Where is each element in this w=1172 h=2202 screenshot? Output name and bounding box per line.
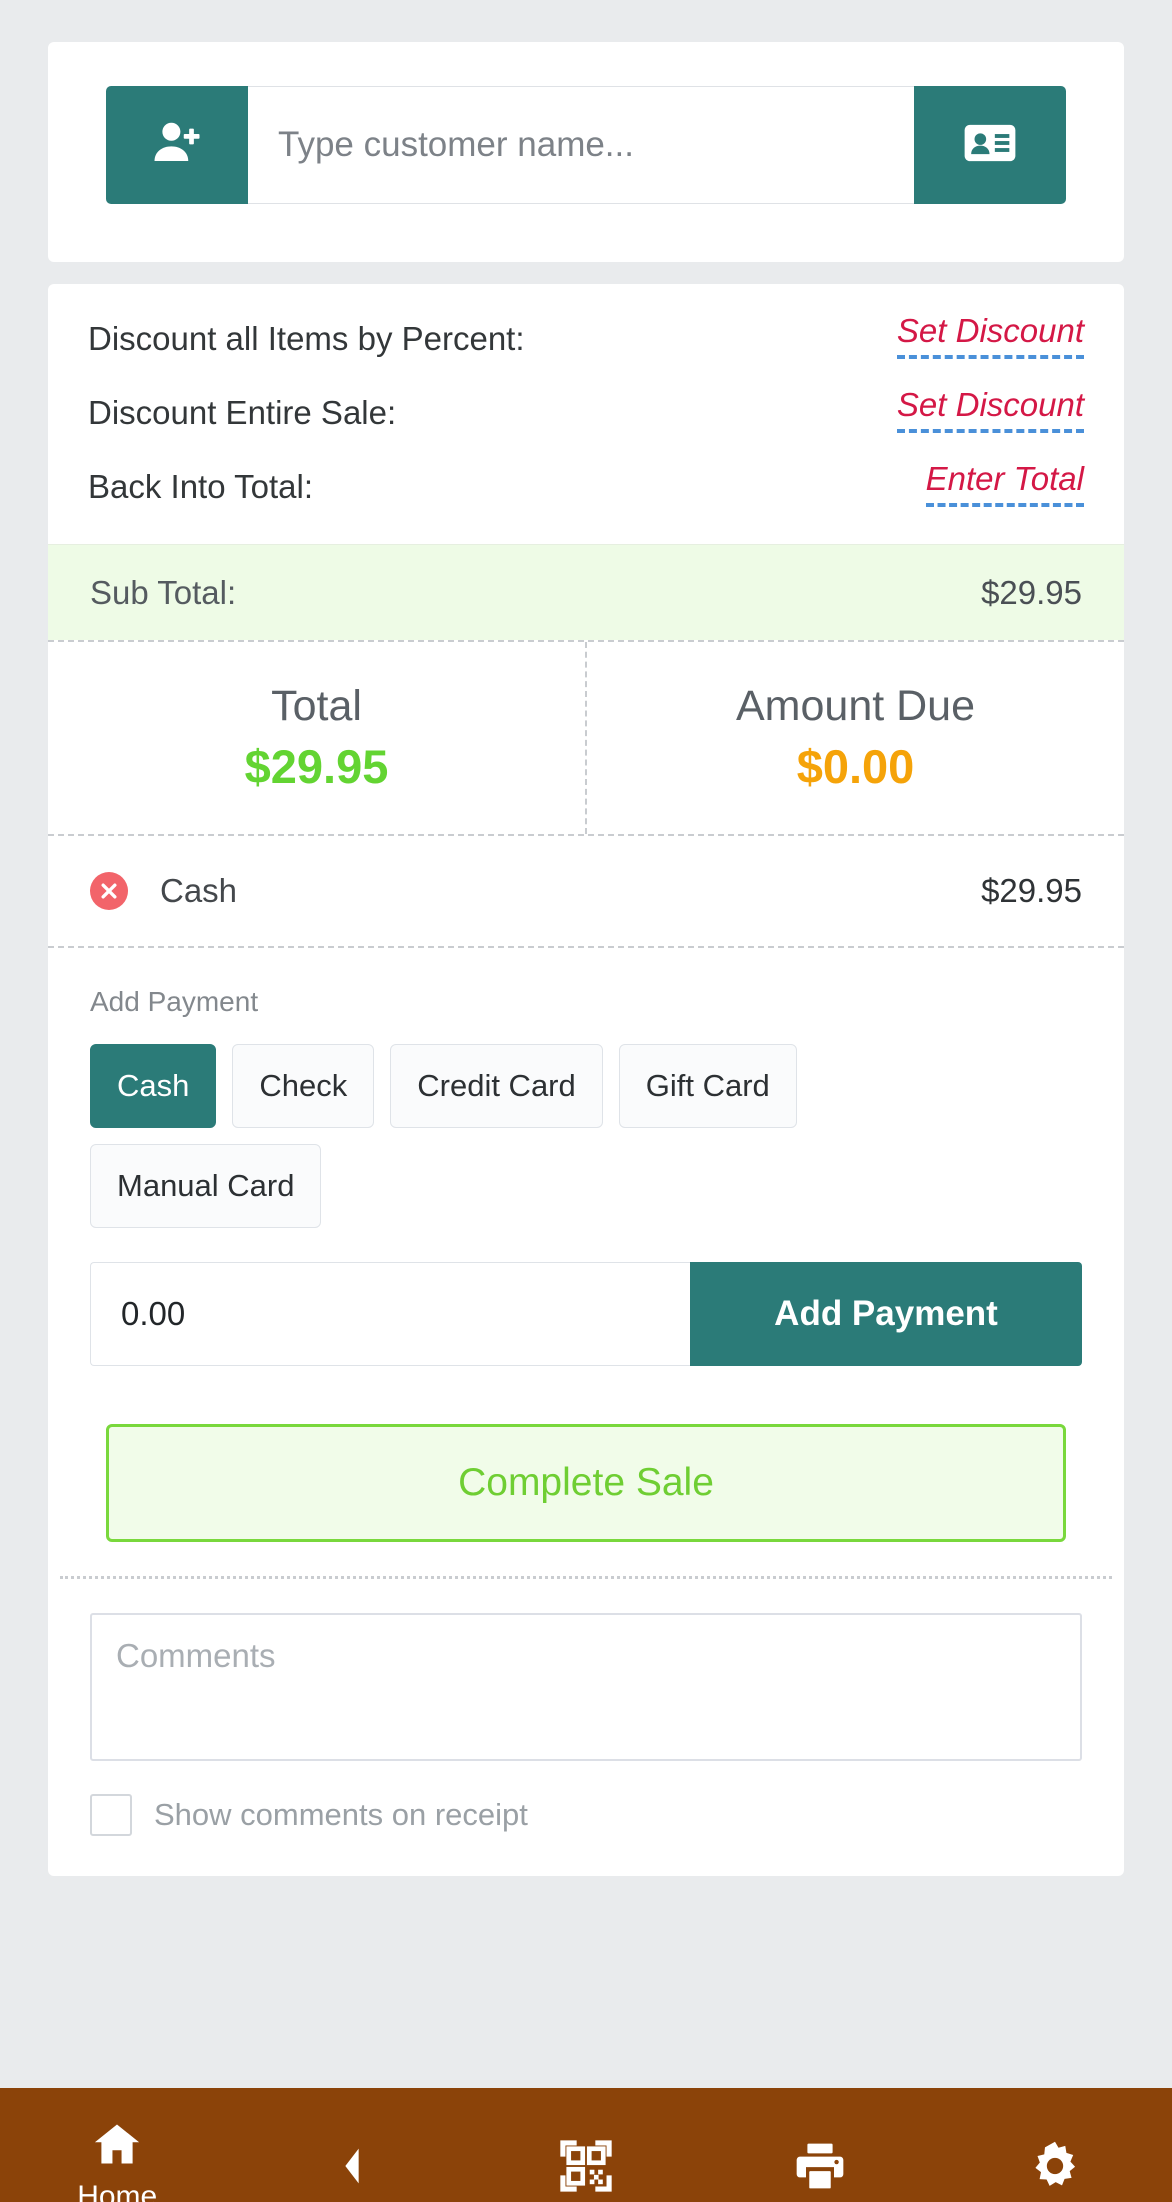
back-into-total-label: Back Into Total: xyxy=(88,468,314,505)
show-comments-label: Show comments on receipt xyxy=(154,1797,528,1832)
show-comments-checkbox[interactable] xyxy=(90,1794,132,1836)
comments-textarea[interactable] xyxy=(90,1613,1082,1761)
home-icon xyxy=(91,2118,143,2170)
bottom-navigation-bar: Home xyxy=(0,2088,1172,2202)
id-card-icon xyxy=(961,114,1019,177)
add-customer-button[interactable] xyxy=(106,86,248,204)
payment-amount-row: Add Payment xyxy=(90,1262,1082,1366)
comments-section: Show comments on receipt xyxy=(48,1579,1124,1876)
customer-search-bar xyxy=(106,86,1066,204)
back-arrow-icon xyxy=(336,2144,368,2188)
discount-sale-label: Discount Entire Sale: xyxy=(88,394,397,431)
add-payment-section: Add Payment Cash Check Credit Card Gift … xyxy=(48,948,1124,1386)
nav-back-button[interactable] xyxy=(234,2088,468,2202)
amount-due-label: Amount Due xyxy=(735,682,976,730)
show-comments-row: Show comments on receipt xyxy=(90,1794,1082,1836)
applied-payment-row: Cash $29.95 xyxy=(48,836,1124,948)
subtotal-value: $29.95 xyxy=(981,573,1082,611)
amount-due-cell: Amount Due $0.00 xyxy=(587,642,1124,834)
set-discount-sale-link[interactable]: Set Discount xyxy=(896,386,1084,433)
subtotal-row: Sub Total: $29.95 xyxy=(48,544,1124,640)
total-label: Total xyxy=(271,682,362,730)
discount-row-items-percent: Discount all Items by Percent: Set Disco… xyxy=(88,312,1084,372)
user-plus-icon xyxy=(150,116,204,175)
gear-icon xyxy=(1027,2138,1083,2194)
nav-settings-button[interactable] xyxy=(938,2088,1172,2202)
discount-row-entire-sale: Discount Entire Sale: Set Discount xyxy=(88,386,1084,446)
payment-amount-input[interactable] xyxy=(90,1262,690,1366)
pos-checkout-screen: Discount all Items by Percent: Set Disco… xyxy=(0,42,1172,2202)
totals-row: Total $29.95 Amount Due $0.00 xyxy=(48,640,1124,836)
customer-search-card xyxy=(48,42,1124,262)
total-cell: Total $29.95 xyxy=(48,642,587,834)
payment-method-buttons-second-row: Manual Card xyxy=(90,1144,1082,1228)
discount-row-back-into-total: Back Into Total: Enter Total xyxy=(88,460,1084,520)
customer-name-input[interactable] xyxy=(248,86,914,204)
payment-amount: $29.95 xyxy=(981,872,1082,909)
payment-method-buttons: Cash Check Credit Card Gift Card xyxy=(90,1044,1082,1128)
qr-scan-icon xyxy=(558,2138,614,2194)
payment-method-check[interactable]: Check xyxy=(232,1044,375,1128)
payment-method-credit-card[interactable]: Credit Card xyxy=(390,1044,603,1128)
add-payment-heading: Add Payment xyxy=(90,986,259,1017)
nav-print-button[interactable] xyxy=(703,2088,937,2202)
nav-home-label: Home xyxy=(77,2180,158,2202)
payment-method-gift-card[interactable]: Gift Card xyxy=(618,1044,797,1128)
circle-x-icon[interactable] xyxy=(90,872,128,910)
payment-method-cash[interactable]: Cash xyxy=(90,1044,217,1128)
nav-home-button[interactable]: Home xyxy=(0,2088,234,2202)
add-payment-button[interactable]: Add Payment xyxy=(690,1262,1082,1366)
customer-lookup-button[interactable] xyxy=(914,86,1066,204)
nav-scan-button[interactable] xyxy=(469,2088,703,2202)
enter-total-link[interactable]: Enter Total xyxy=(925,460,1084,507)
amount-due-value: $0.00 xyxy=(796,740,915,793)
printer-icon xyxy=(792,2138,848,2194)
discount-items-label: Discount all Items by Percent: xyxy=(88,320,525,357)
complete-sale-button[interactable]: Complete Sale xyxy=(106,1424,1066,1542)
total-value: $29.95 xyxy=(244,740,389,793)
sale-summary-card: Discount all Items by Percent: Set Disco… xyxy=(48,284,1124,1876)
subtotal-label: Sub Total: xyxy=(90,573,237,611)
discount-section: Discount all Items by Percent: Set Disco… xyxy=(48,284,1124,544)
complete-sale-wrap: Complete Sale xyxy=(48,1386,1124,1576)
payment-method-name: Cash xyxy=(160,872,238,909)
payment-method-manual-card[interactable]: Manual Card xyxy=(90,1144,322,1228)
set-discount-items-link[interactable]: Set Discount xyxy=(896,312,1084,359)
